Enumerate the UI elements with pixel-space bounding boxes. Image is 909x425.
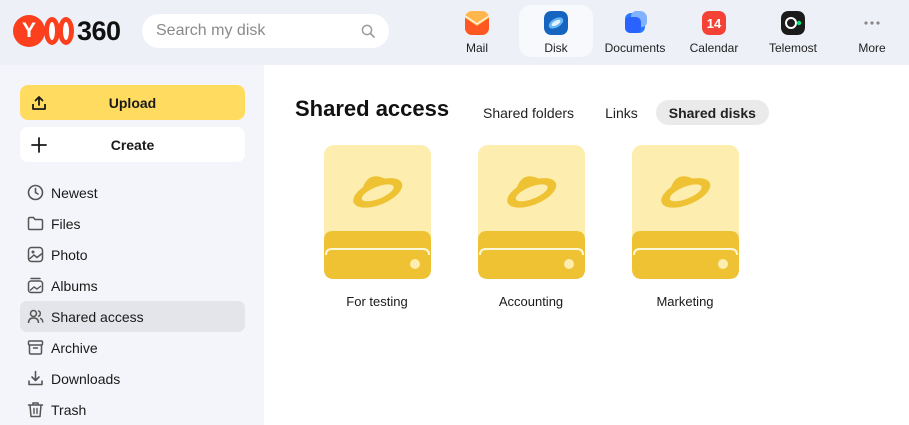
sidebar-item-label: Newest bbox=[51, 184, 98, 201]
telemost-icon bbox=[781, 11, 805, 35]
app-calendar-label: Calendar bbox=[689, 41, 739, 55]
sidebar-item-label: Files bbox=[51, 215, 81, 232]
shared-disks-grid: For testing Accounting Marketing bbox=[307, 145, 769, 309]
app-more-label: More bbox=[858, 41, 886, 55]
shared-disk-icon bbox=[477, 145, 585, 279]
logo-y-mark: Y bbox=[13, 15, 45, 47]
tab-shared-disks[interactable]: Shared disks bbox=[655, 100, 769, 125]
shared-disk-label: Accounting bbox=[498, 294, 564, 309]
upload-button[interactable]: Upload bbox=[20, 85, 245, 120]
upload-label: Upload bbox=[108, 94, 157, 111]
archive-icon bbox=[27, 340, 44, 355]
app-disk-label: Disk bbox=[544, 41, 568, 55]
search-box[interactable] bbox=[142, 14, 389, 48]
sidebar-item-downloads[interactable]: Downloads bbox=[20, 363, 245, 394]
app-mail-label: Mail bbox=[465, 41, 488, 55]
sidebar-item-label: Albums bbox=[51, 277, 98, 294]
app-switcher: Mail Disk Documents 14 Calendar Telemost… bbox=[440, 5, 909, 61]
app-more[interactable]: More bbox=[835, 5, 909, 57]
create-button[interactable]: Create bbox=[20, 127, 245, 162]
sidebar-item-files[interactable]: Files bbox=[20, 208, 245, 239]
sidebar: Upload Create Newest Files Photo Albums … bbox=[0, 65, 264, 425]
page-title: Shared access bbox=[295, 96, 450, 121]
sidebar-item-archive[interactable]: Archive bbox=[20, 332, 245, 363]
main-content: Shared access Shared folders Links Share… bbox=[264, 65, 909, 425]
search-icon[interactable] bbox=[361, 24, 375, 38]
app-telemost[interactable]: Telemost bbox=[756, 5, 830, 57]
folder-icon bbox=[27, 216, 44, 231]
shared-disk-icon bbox=[323, 145, 431, 279]
mail-icon bbox=[465, 11, 489, 35]
sidebar-item-photo[interactable]: Photo bbox=[20, 239, 245, 270]
more-icon bbox=[864, 21, 880, 25]
shared-disk-tile[interactable]: For testing bbox=[307, 145, 447, 309]
calendar-day-badge: 14 bbox=[707, 16, 722, 31]
shared-disk-label: For testing bbox=[346, 294, 408, 309]
photo-icon bbox=[27, 246, 44, 263]
app-documents-label: Documents bbox=[604, 41, 666, 55]
shared-disk-tile[interactable]: Marketing bbox=[615, 145, 755, 309]
app-telemost-label: Telemost bbox=[768, 41, 818, 55]
app-documents[interactable]: Documents bbox=[598, 5, 672, 57]
sidebar-nav: Newest Files Photo Albums Shared access … bbox=[20, 177, 245, 425]
sidebar-item-newest[interactable]: Newest bbox=[20, 177, 245, 208]
search-input[interactable] bbox=[156, 22, 356, 40]
tab-links[interactable]: Links bbox=[592, 100, 651, 125]
albums-icon bbox=[27, 277, 44, 294]
yandex-360-logo[interactable]: Y 360 bbox=[13, 14, 121, 48]
plus-icon bbox=[31, 137, 47, 153]
sidebar-item-label: Trash bbox=[51, 401, 87, 418]
shared-users-icon bbox=[27, 309, 44, 324]
upload-icon bbox=[32, 96, 46, 110]
logo-text: 360 bbox=[77, 15, 121, 46]
sidebar-item-label: Photo bbox=[51, 246, 88, 263]
disk-icon bbox=[544, 11, 568, 35]
app-calendar[interactable]: 14 Calendar bbox=[677, 5, 751, 57]
sidebar-item-label: Archive bbox=[51, 339, 98, 356]
create-label: Create bbox=[110, 136, 155, 153]
documents-icon bbox=[625, 11, 647, 33]
shared-tabs: Shared folders Links Shared disks bbox=[470, 100, 774, 125]
shared-disk-icon bbox=[631, 145, 739, 279]
shared-disk-label: Marketing bbox=[656, 294, 714, 309]
download-icon bbox=[28, 370, 43, 386]
sidebar-item-label: Shared access bbox=[51, 308, 144, 325]
clock-icon bbox=[27, 184, 44, 201]
sidebar-item-label: Downloads bbox=[51, 370, 121, 387]
trash-icon bbox=[27, 402, 44, 418]
app-mail[interactable]: Mail bbox=[440, 5, 514, 57]
logo-eyes-mark bbox=[44, 17, 74, 45]
tab-shared-folders[interactable]: Shared folders bbox=[470, 100, 587, 125]
sidebar-item-shared-access[interactable]: Shared access bbox=[20, 301, 245, 332]
sidebar-item-trash[interactable]: Trash bbox=[20, 394, 245, 425]
shared-disk-tile[interactable]: Accounting bbox=[461, 145, 601, 309]
sidebar-item-albums[interactable]: Albums bbox=[20, 270, 245, 301]
top-header: Y 360 Mail Disk bbox=[0, 0, 909, 65]
calendar-icon: 14 bbox=[702, 11, 726, 35]
app-disk[interactable]: Disk bbox=[519, 5, 593, 57]
